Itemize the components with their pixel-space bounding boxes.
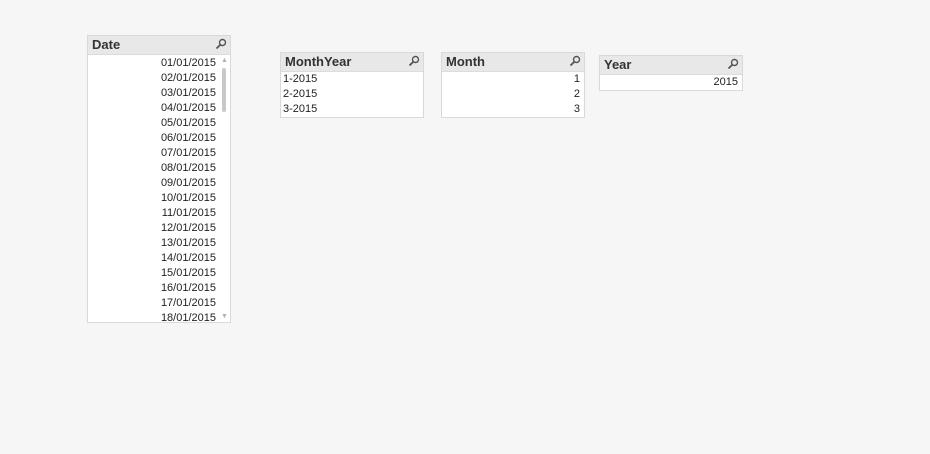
search-icon[interactable] xyxy=(727,58,739,70)
month-listbox: Month 1 2 3 xyxy=(441,52,585,118)
list-item[interactable]: 12/01/2015 xyxy=(88,221,220,236)
monthyear-listbox-title: MonthYear xyxy=(285,54,352,69)
list-item[interactable]: 01/01/2015 xyxy=(88,56,220,71)
scroll-up-icon[interactable]: ▲ xyxy=(220,56,229,65)
search-icon[interactable] xyxy=(408,55,420,67)
list-item[interactable]: 04/01/2015 xyxy=(88,101,220,116)
list-item[interactable]: 18/01/2015 xyxy=(88,311,220,326)
list-item[interactable]: 16/01/2015 xyxy=(88,281,220,296)
list-item[interactable]: 3-2015 xyxy=(281,102,423,117)
month-list: 1 2 3 xyxy=(442,72,584,117)
list-item[interactable]: 10/01/2015 xyxy=(88,191,220,206)
list-item[interactable]: 3 xyxy=(442,102,584,117)
search-icon[interactable] xyxy=(215,38,227,50)
list-item[interactable]: 03/01/2015 xyxy=(88,86,220,101)
list-item[interactable]: 15/01/2015 xyxy=(88,266,220,281)
date-listbox: Date 01/01/2015 02/01/2015 03/01/2015 04… xyxy=(87,35,231,326)
date-list: 01/01/2015 02/01/2015 03/01/2015 04/01/2… xyxy=(88,55,230,326)
monthyear-listbox: MonthYear 1-2015 2-2015 3-2015 xyxy=(280,52,424,118)
search-icon[interactable] xyxy=(569,55,581,67)
list-item[interactable]: 09/01/2015 xyxy=(88,176,220,191)
list-item[interactable]: 17/01/2015 xyxy=(88,296,220,311)
list-item[interactable]: 2-2015 xyxy=(281,87,423,102)
list-item[interactable]: 1 xyxy=(442,72,584,87)
list-item[interactable]: 1-2015 xyxy=(281,72,423,87)
list-item[interactable]: 02/01/2015 xyxy=(88,71,220,86)
year-listbox: Year 2015 xyxy=(599,55,743,91)
list-item[interactable]: 11/01/2015 xyxy=(88,206,220,221)
year-listbox-header[interactable]: Year xyxy=(600,56,742,75)
list-item[interactable]: 08/01/2015 xyxy=(88,161,220,176)
monthyear-list: 1-2015 2-2015 3-2015 xyxy=(281,72,423,117)
date-scrollbar[interactable]: ▲ ▼ xyxy=(220,56,229,321)
month-listbox-header[interactable]: Month xyxy=(442,53,584,72)
list-item[interactable]: 06/01/2015 xyxy=(88,131,220,146)
scroll-down-icon[interactable]: ▼ xyxy=(220,312,229,321)
year-list: 2015 xyxy=(600,75,742,90)
date-listbox-header[interactable]: Date xyxy=(88,36,230,55)
list-item[interactable]: 2015 xyxy=(600,75,742,90)
month-listbox-title: Month xyxy=(446,54,485,69)
scrollbar-thumb[interactable] xyxy=(222,68,226,112)
list-item[interactable]: 05/01/2015 xyxy=(88,116,220,131)
monthyear-listbox-header[interactable]: MonthYear xyxy=(281,53,423,72)
year-listbox-title: Year xyxy=(604,57,632,72)
list-item[interactable]: 13/01/2015 xyxy=(88,236,220,251)
list-item[interactable]: 07/01/2015 xyxy=(88,146,220,161)
list-item[interactable]: 14/01/2015 xyxy=(88,251,220,266)
date-listbox-title: Date xyxy=(92,37,121,52)
list-item[interactable]: 2 xyxy=(442,87,584,102)
